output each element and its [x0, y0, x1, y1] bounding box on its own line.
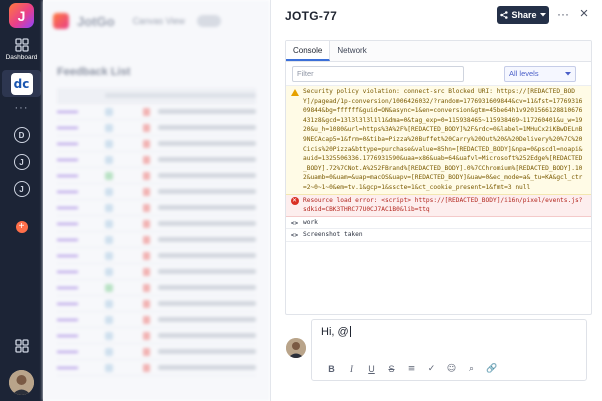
user-photo-icon	[286, 338, 306, 358]
background-row: ▬▬▬	[57, 152, 256, 168]
devtools-console: Console Network All levels Security poli…	[285, 40, 592, 315]
workspace-dc-badge: dc	[10, 73, 33, 95]
issue-title: JOTG-77	[285, 9, 338, 23]
sidebar-item-recent-1[interactable]: D	[0, 127, 43, 143]
background-row: ▬▬▬	[57, 264, 256, 280]
italic-icon[interactable]: I	[346, 364, 357, 374]
background-row: ▬▬▬	[57, 344, 256, 360]
log-level-value: All levels	[509, 69, 539, 78]
sidebar-apps[interactable]	[0, 339, 43, 353]
background-row: ▬▬▬	[57, 296, 256, 312]
background-row: ▬▬▬	[57, 312, 256, 328]
console-message: Screenshot taken	[303, 231, 363, 239]
background-list-title: Feedback List	[57, 66, 131, 78]
error-icon: ✕	[290, 196, 299, 205]
code-icon: <>	[290, 219, 299, 227]
console-filter-bar: All levels	[286, 62, 591, 86]
console-entry-warning[interactable]: Security policy violation: connect-src B…	[286, 86, 591, 195]
recent-project-icon: D	[13, 127, 30, 143]
sidebar-add-workspace[interactable]: +	[0, 221, 43, 233]
tab-network[interactable]: Network	[330, 41, 373, 61]
background-canvas-toggle	[196, 15, 221, 27]
console-message: work	[303, 218, 318, 226]
console-entry-error[interactable]: ✕ Resource load error: <script> https://…	[286, 194, 591, 217]
sidebar-more[interactable]: ···	[0, 102, 43, 114]
dashboard-icon	[14, 38, 29, 52]
more-dots-icon: ···	[14, 102, 29, 114]
background-row: ▬▬▬	[57, 168, 256, 184]
background-header: JotGo Canvas View	[43, 0, 270, 42]
background-canvas-view: Canvas View	[132, 16, 185, 26]
sidebar-item-workspace-dc[interactable]: dc	[0, 73, 43, 95]
dashboard-label: Dashboard	[5, 54, 38, 61]
console-filter-input[interactable]	[292, 65, 464, 82]
sidebar-item-recent-2[interactable]: J	[0, 154, 43, 170]
warning-icon	[290, 89, 299, 96]
background-app: JotGo Canvas View Feedback List ▬▬▬ ▬▬▬ …	[43, 0, 270, 401]
background-row: ▬▬▬	[57, 120, 256, 136]
share-button[interactable]: Share	[497, 6, 549, 24]
background-table-header	[57, 88, 256, 104]
apps-grid-icon	[14, 339, 29, 353]
mention-icon[interactable]: ⌕	[466, 364, 477, 374]
comment-composer[interactable]: Hi, @ B I U S ≡ ✓ ☺ ⌕ 🔗	[311, 319, 587, 381]
chevron-down-icon	[565, 71, 571, 75]
background-row: ▬▬▬	[57, 328, 256, 344]
console-entry-log[interactable]: <> Screenshot taken	[286, 229, 591, 242]
console-entry-log[interactable]: <> work	[286, 217, 591, 230]
recent-project-icon: J	[13, 181, 30, 197]
plus-icon: +	[15, 221, 28, 233]
app-logo[interactable]: J	[9, 3, 34, 28]
background-row: ▬▬▬	[57, 200, 256, 216]
background-row: ▬▬▬	[57, 216, 256, 232]
comment-input[interactable]: Hi, @	[321, 326, 351, 338]
background-row: ▬▬▬	[57, 184, 256, 200]
commenter-avatar	[286, 338, 306, 358]
user-photo-icon	[9, 370, 34, 395]
left-rail: J Dashboard dc ··· D J J +	[0, 0, 43, 401]
bold-icon[interactable]: B	[326, 364, 337, 374]
strikethrough-icon[interactable]: S	[386, 364, 397, 374]
background-brand: JotGo	[77, 13, 115, 29]
recent-project-icon: J	[13, 154, 30, 170]
check-icon[interactable]: ✓	[426, 364, 437, 374]
log-level-select[interactable]: All levels	[504, 65, 576, 82]
text-caret	[349, 326, 351, 337]
background-row: ▬▬▬	[57, 104, 256, 120]
background-row: ▬▬▬	[57, 232, 256, 248]
console-message: Security policy violation: connect-src B…	[303, 88, 583, 191]
sidebar-item-dashboard[interactable]: Dashboard	[0, 38, 43, 61]
background-row: ▬▬▬	[57, 248, 256, 264]
background-logo	[53, 13, 69, 29]
code-icon: <>	[290, 232, 299, 240]
share-icon	[500, 11, 509, 19]
chevron-down-icon	[539, 13, 546, 17]
more-options-button[interactable]: ···	[556, 6, 570, 24]
close-icon[interactable]: ×	[576, 6, 592, 24]
emoji-icon[interactable]: ☺	[446, 364, 457, 374]
console-message: Resource load error: <script> https://[R…	[303, 196, 583, 214]
background-row: ▬▬▬	[57, 360, 256, 376]
user-avatar[interactable]	[9, 370, 34, 395]
list-icon[interactable]: ≡	[406, 364, 417, 374]
link-icon[interactable]: 🔗	[486, 364, 497, 374]
issue-detail-panel: JOTG-77 Share ··· × Console Network All …	[270, 0, 602, 401]
devtools-tabs: Console Network	[286, 41, 591, 62]
sidebar-item-recent-3[interactable]: J	[0, 181, 43, 197]
tab-console[interactable]: Console	[286, 41, 331, 61]
underline-icon[interactable]: U	[366, 364, 377, 374]
share-label: Share	[511, 10, 537, 20]
format-toolbar: B I U S ≡ ✓ ☺ ⌕ 🔗	[326, 364, 497, 374]
background-row: ▬▬▬	[57, 280, 256, 296]
background-row: ▬▬▬	[57, 136, 256, 152]
